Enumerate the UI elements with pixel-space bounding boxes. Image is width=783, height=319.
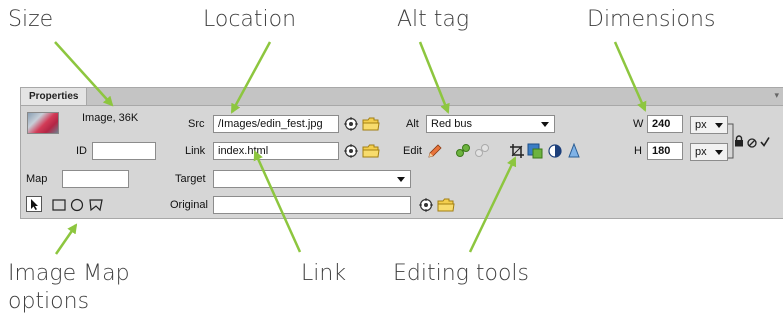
edit-label: Edit	[403, 145, 422, 157]
arrow-image-map	[54, 223, 78, 255]
original-input[interactable]	[213, 196, 411, 214]
point-to-file-icon[interactable]	[343, 116, 359, 137]
width-unit-select[interactable]: px	[690, 116, 728, 134]
map-input[interactable]	[62, 170, 129, 188]
callout-dimensions: Dimensions	[587, 7, 716, 32]
alt-dropdown-arrow-icon	[541, 122, 549, 127]
callout-image-map-line1: Image Map	[8, 261, 130, 286]
link-point-to-file-icon[interactable]	[343, 143, 359, 164]
callout-location: Location	[203, 7, 297, 32]
panel-menu-icon[interactable]: ▾	[774, 90, 779, 101]
id-label: ID	[76, 145, 87, 157]
image-size-label: Image, 36K	[82, 112, 139, 124]
callout-link: Link	[301, 261, 347, 286]
height-unit-arrow-icon	[715, 150, 723, 155]
height-unit-select[interactable]: px	[690, 143, 728, 161]
link-browse-folder-icon[interactable]	[362, 144, 380, 163]
tab-properties[interactable]: Properties	[21, 88, 88, 105]
circle-hotspot-icon[interactable]	[69, 197, 85, 218]
target-select[interactable]	[213, 170, 411, 188]
link-label: Link	[185, 145, 206, 157]
pointer-hotspot-tool[interactable]	[26, 196, 42, 212]
link-input[interactable]: index.html	[213, 142, 339, 160]
resample-icon[interactable]	[527, 143, 543, 164]
callout-editing-tools: Editing tools	[393, 261, 529, 286]
callout-size: Size	[8, 7, 54, 32]
alt-select[interactable]: Red bus	[426, 115, 555, 133]
map-label: Map	[26, 173, 48, 185]
update-from-original-icon[interactable]	[474, 143, 490, 164]
rectangle-hotspot-icon[interactable]	[51, 197, 67, 218]
width-label: W	[633, 118, 644, 130]
original-label: Original	[170, 199, 208, 211]
width-input[interactable]: 240	[647, 115, 683, 133]
callout-image-map-line2: options	[8, 289, 90, 314]
image-thumbnail	[27, 112, 59, 134]
alt-label: Alt	[406, 118, 419, 130]
alt-value: Red bus	[431, 118, 472, 130]
brightness-contrast-icon[interactable]	[547, 143, 563, 164]
height-unit-value: px	[695, 146, 707, 158]
polygon-hotspot-icon[interactable]	[88, 197, 104, 218]
height-input[interactable]: 180	[647, 142, 683, 160]
original-browse-folder-icon[interactable]	[437, 198, 455, 217]
width-unit-arrow-icon	[715, 123, 723, 128]
width-unit-value: px	[695, 119, 707, 131]
target-label: Target	[175, 173, 206, 185]
panel-tab-bar: Properties ▾	[21, 88, 783, 106]
src-label: Src	[188, 118, 205, 130]
reset-size-icon[interactable]	[747, 135, 757, 153]
callout-alt-tag: Alt tag	[397, 7, 470, 32]
crop-icon[interactable]	[509, 143, 525, 164]
pencil-icon[interactable]	[427, 143, 443, 164]
properties-panel: Properties ▾ Image, 36K Src /Images/edin…	[20, 87, 783, 219]
src-input[interactable]: /Images/edin_fest.jpg	[213, 115, 339, 133]
original-point-to-file-icon[interactable]	[418, 197, 434, 218]
sharpen-icon[interactable]	[566, 142, 582, 164]
height-label: H	[634, 145, 642, 157]
optimize-icon[interactable]	[455, 143, 471, 164]
pointer-icon	[31, 199, 38, 210]
commit-size-icon[interactable]	[760, 134, 770, 152]
browse-folder-icon[interactable]	[362, 117, 380, 136]
target-dropdown-arrow-icon	[397, 177, 405, 182]
id-input[interactable]	[92, 142, 156, 160]
callout-image-map: Image Map options	[8, 260, 130, 316]
lock-icon[interactable]	[734, 134, 744, 152]
